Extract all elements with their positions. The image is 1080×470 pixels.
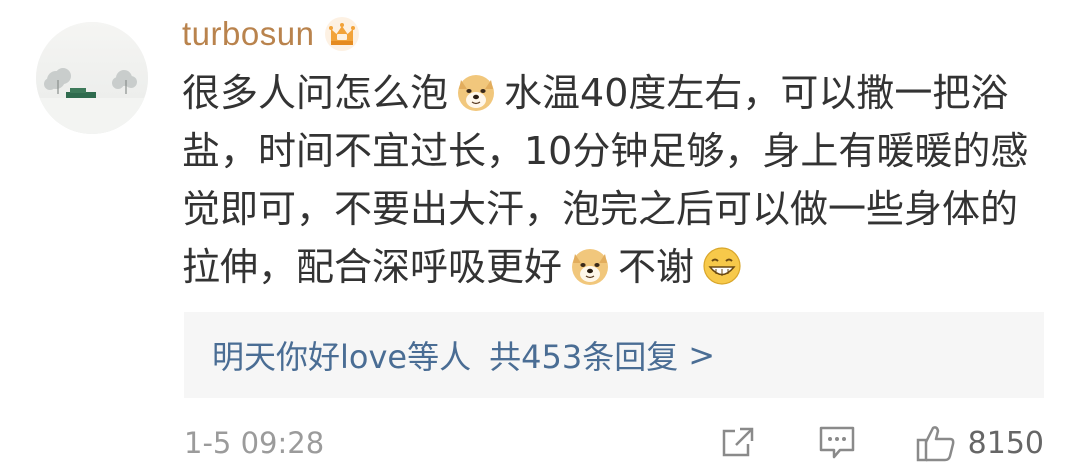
doge-emoji-icon [568, 244, 612, 288]
avatar[interactable] [36, 22, 148, 134]
chevron-right-icon: > [688, 336, 716, 374]
doge-emoji-icon [454, 70, 498, 114]
comment-text: 很多人问怎么泡 水温40度左右，可以撒一把浴盐，时间不宜过长，10分钟足够，身上有… [182, 64, 1054, 296]
share-icon[interactable] [718, 422, 758, 462]
comment-text-part: 不谢 [618, 245, 695, 289]
replies-preview[interactable]: 明天你好love等人 共453条回复 > [184, 312, 1044, 398]
comment-header: turbosun [182, 12, 360, 56]
comment-footer: 1-5 09:28 8150 [184, 418, 1044, 468]
username[interactable]: turbosun [182, 15, 314, 53]
like-count: 8150 [967, 426, 1044, 461]
replies-preview-users: 明天你好love等人 [212, 338, 472, 376]
crown-badge-icon [325, 17, 360, 51]
comment-text-part: 很多人问怎么泡 [182, 71, 449, 115]
replies-count-link[interactable]: 共453条回复 [489, 332, 678, 378]
snow-landscape-avatar-image [36, 22, 148, 134]
comment-timestamp: 1-5 09:28 [184, 426, 325, 460]
comment-icon[interactable] [816, 422, 858, 462]
grin-emoji-icon [700, 244, 744, 288]
like-icon[interactable] [914, 422, 958, 464]
